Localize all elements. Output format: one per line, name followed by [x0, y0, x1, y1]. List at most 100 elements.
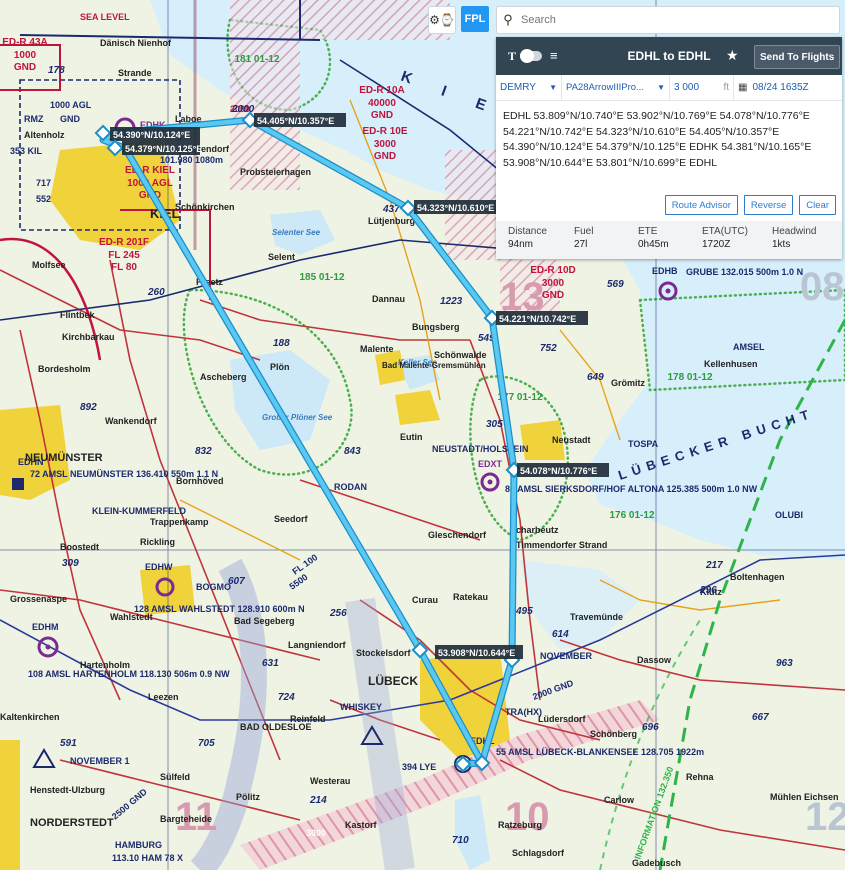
- stat-distance: Distance 94nm: [496, 221, 562, 259]
- waypoint-4[interactable]: 54.323°N/10.610°E: [399, 199, 506, 217]
- town-muehlen-eichsen: Mühlen Eichsen: [770, 792, 839, 802]
- route-advisor-button[interactable]: Route Advisor: [664, 195, 738, 215]
- airport-edhn-id: EDHN: [18, 457, 44, 467]
- town-schoenberg: Schönberg: [590, 729, 637, 739]
- airport-edhn-info: 72 AMSL NEUMÜNSTER 136.410 550m 1.1 N: [30, 469, 218, 479]
- svg-text:309: 309: [62, 558, 79, 569]
- whiskey-label: WHISKEY: [340, 702, 382, 712]
- fpl-button[interactable]: FPL: [461, 6, 489, 32]
- waypoint-5[interactable]: 54.221°N/10.742°E: [483, 309, 588, 327]
- svg-text:256: 256: [329, 608, 347, 619]
- reverse-button[interactable]: Reverse: [743, 195, 794, 215]
- tra-hx-label: TRA(HX): [505, 707, 542, 717]
- town-wankendorf: Wankendorf: [105, 416, 158, 426]
- ploener-see-label: Großer Plöner See: [262, 413, 333, 422]
- waypoint-2[interactable]: 54.390°N/10.124°E: [94, 124, 200, 142]
- town-flintbek: Flintbek: [60, 310, 95, 320]
- mode-value: DEMRY: [500, 82, 536, 93]
- search-input[interactable]: [519, 13, 823, 27]
- town-ratekau: Ratekau: [453, 592, 488, 602]
- town-strande: Strande: [118, 68, 152, 78]
- airport-edhm-id: EDHM: [32, 622, 59, 632]
- town-boostedt: Boostedt: [60, 542, 99, 552]
- stat-eta-value: 1720Z: [702, 239, 731, 250]
- amsel-label: AMSEL: [733, 342, 765, 352]
- town-seedorf: Seedorf: [274, 514, 309, 524]
- town-bad-segeberg: Bad Segeberg: [234, 616, 295, 626]
- svg-text:710: 710: [452, 835, 469, 846]
- edr10a-lower: GND: [371, 110, 393, 121]
- 552-label: 552: [36, 194, 51, 204]
- town-luetjenburg: Lütjenburg: [368, 216, 415, 226]
- svg-text:305: 305: [486, 419, 503, 430]
- town-curau: Curau: [412, 595, 438, 605]
- svg-text:832: 832: [195, 446, 212, 457]
- edr10d-upper: 3000: [542, 278, 565, 289]
- town-kastorf: Kastorf: [345, 820, 378, 830]
- text-mode-icon[interactable]: T: [508, 49, 516, 64]
- grid-number-08: 08: [800, 265, 845, 309]
- town-boltenhagen: Boltenhagen: [730, 572, 785, 582]
- svg-text:296: 296: [699, 585, 717, 596]
- town-schlagsdorf: Schlagsdorf: [512, 848, 565, 858]
- town-ratzeburg: Ratzeburg: [498, 820, 542, 830]
- svg-text:495: 495: [515, 606, 533, 617]
- datetime-value: 08/24 1635Z: [752, 82, 809, 93]
- town-schoenkirchen: Schönkirchen: [175, 202, 235, 212]
- town-poelitz: Pölitz: [236, 792, 260, 802]
- svg-text:569: 569: [607, 279, 624, 290]
- clear-button[interactable]: Clear: [799, 195, 836, 215]
- chevron-down-icon: ▼: [657, 83, 665, 92]
- edr10d-name: ED-R 10D: [530, 265, 576, 276]
- edr10e-name: ED-R 10E: [362, 126, 407, 137]
- town-probsteierhagen: Probsteierhagen: [240, 167, 311, 177]
- edr10d-lower: GND: [542, 290, 564, 301]
- aircraft-select[interactable]: PA28ArrowIIIPro... ▼: [562, 75, 670, 100]
- list-menu-icon[interactable]: ≡: [550, 48, 558, 63]
- svg-text:752: 752: [540, 343, 557, 354]
- edr43a-lower: GND: [14, 62, 36, 73]
- airport-edhb-id: EDHB: [652, 266, 678, 276]
- stat-headwind-value: 1kts: [772, 239, 791, 250]
- town-bordesholm: Bordesholm: [38, 364, 91, 374]
- send-to-flights-button[interactable]: Send To Flights: [754, 45, 841, 69]
- stat-fuel: Fuel 27l: [562, 221, 626, 259]
- waypoint-1[interactable]: 54.405°N/10.357°E: [241, 111, 346, 129]
- town-rehna: Rehna: [686, 772, 715, 782]
- town-suelfeld: Sülfeld: [160, 772, 190, 782]
- town-travemuende: Travemünde: [570, 612, 623, 622]
- airport-edxt-id: EDXT: [478, 459, 503, 469]
- town-henstedt: Henstedt-Ulzburg: [30, 785, 105, 795]
- svg-text:181 01-12: 181 01-12: [234, 54, 279, 65]
- ham-vor-label: 113.10 HAM 78 X: [112, 853, 183, 863]
- calendar-icon: ▦: [738, 82, 748, 93]
- november1-label: NOVEMBER 1: [70, 756, 130, 766]
- town-reinfeld: Reinfeld: [290, 714, 326, 724]
- mode-select[interactable]: DEMRY ▼: [496, 75, 562, 100]
- search-bar[interactable]: ⚲: [496, 6, 840, 34]
- datetime-field[interactable]: ▦ 08/24 1635Z: [734, 75, 842, 100]
- svg-text:963: 963: [776, 658, 793, 669]
- route-string[interactable]: EDHL 53.809°N/10.740°E 53.902°N/10.769°E…: [496, 101, 842, 193]
- vor-kil-label: 353 KIL: [10, 146, 43, 156]
- svg-text:591: 591: [60, 738, 77, 749]
- edr10a-name: ED-R 10A: [359, 85, 405, 96]
- town-eutin: Eutin: [400, 432, 423, 442]
- waypoint-3[interactable]: 54.379°N/10.125°E: [106, 139, 202, 157]
- waypoint-6[interactable]: 54.078°N/10.776°E: [505, 461, 609, 479]
- town-luedersdorf: Lüdersdorf: [538, 714, 587, 724]
- route-actions: Route Advisor Reverse Clear: [664, 195, 836, 215]
- gnd-label: GND: [60, 114, 81, 124]
- 717-label: 717: [36, 178, 51, 188]
- svg-text:843: 843: [344, 446, 361, 457]
- flight-plan-header: T ≡ EDHL to EDHL ★ Send To Flights: [496, 37, 842, 75]
- altitude-field[interactable]: 3 000 ft: [670, 75, 734, 100]
- town-leezen: Leezen: [148, 692, 179, 702]
- waypoint-2-label: 54.390°N/10.124°E: [113, 130, 190, 140]
- town-stockelsdorf: Stockelsdorf: [356, 648, 412, 658]
- layers-button[interactable]: ⚙⌚: [428, 6, 456, 34]
- svg-text:614: 614: [552, 629, 569, 640]
- favorite-star-icon[interactable]: ★: [726, 47, 739, 64]
- view-toggle[interactable]: [520, 49, 542, 63]
- town-gleschendorf: Gleschendorf: [428, 530, 487, 540]
